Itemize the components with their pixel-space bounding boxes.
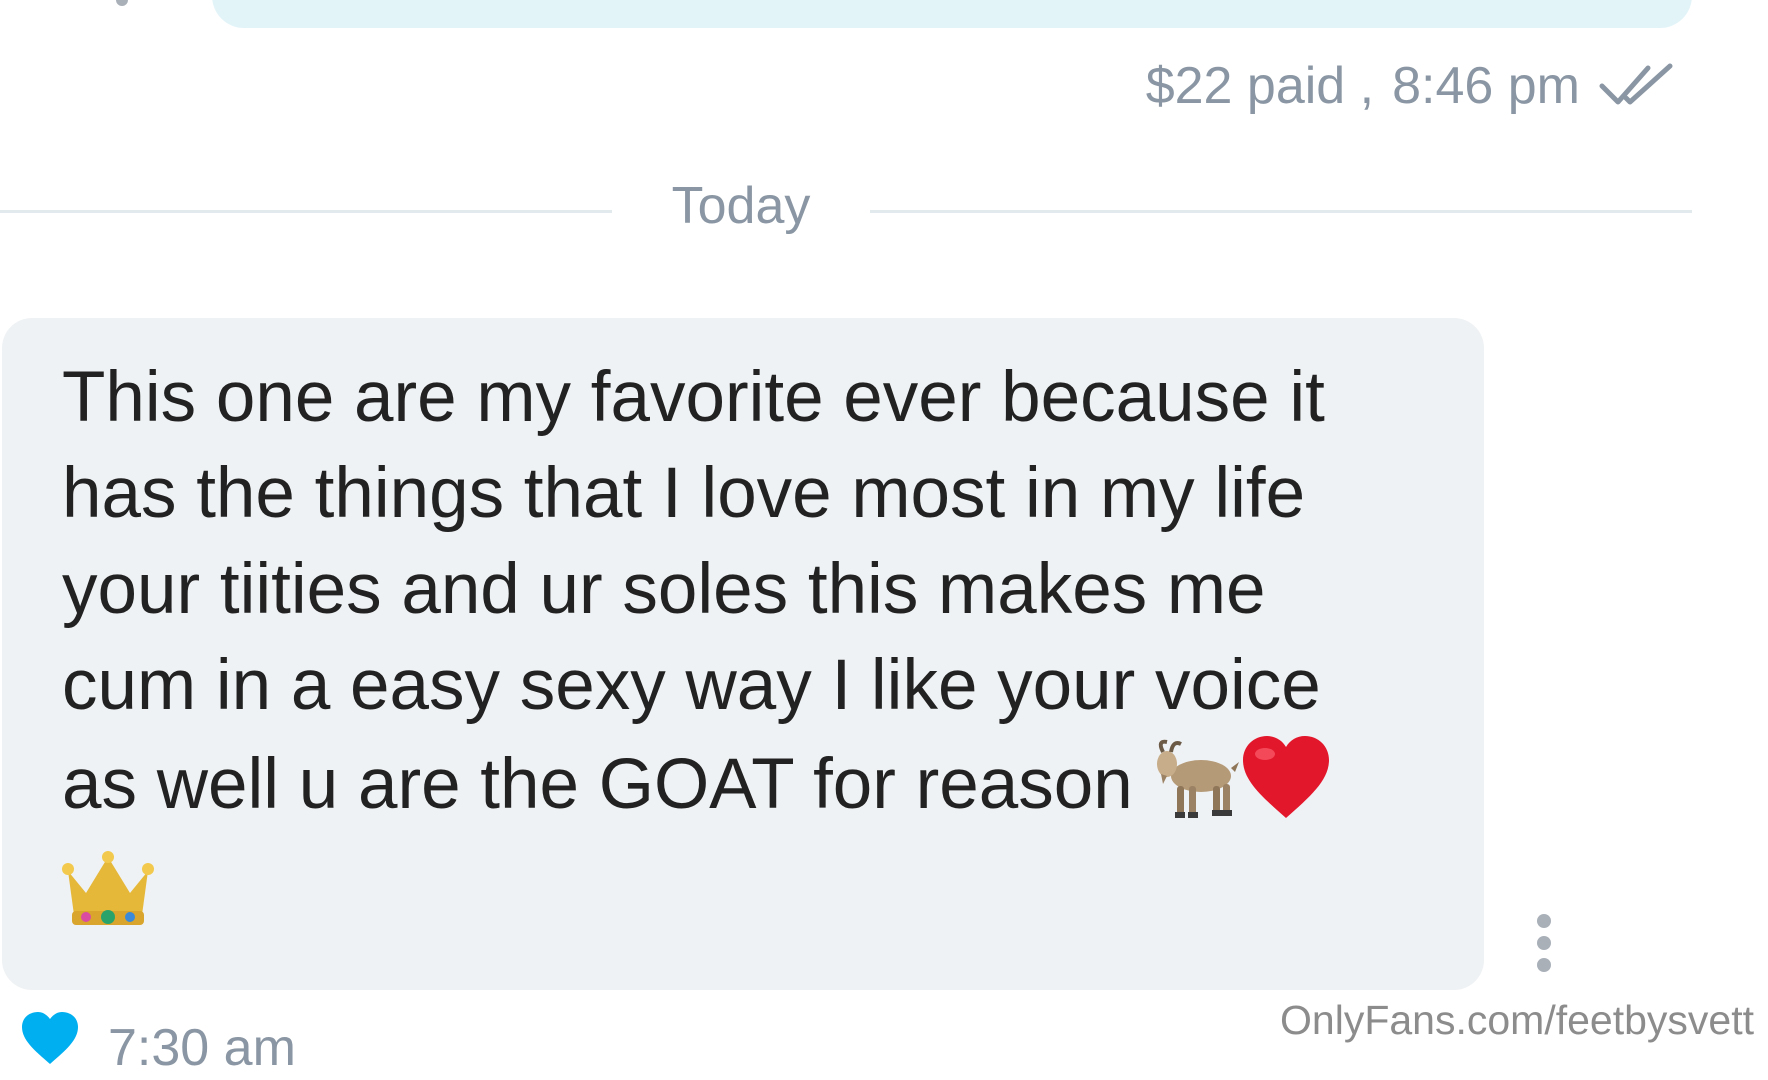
- outgoing-paid-label: $22 paid ,: [1145, 57, 1375, 115]
- incoming-message-bubble[interactable]: This one are my favorite ever because it…: [2, 318, 1484, 990]
- incoming-message-time: 7:30 am: [108, 1019, 296, 1077]
- outgoing-message-meta: $22 paid , 8:46 pm: [1146, 56, 1678, 116]
- outgoing-time: 8:46 pm: [1392, 57, 1580, 115]
- chat-view: $22 paid , 8:46 pm Today This one are my…: [0, 0, 1768, 1080]
- goat-emoji: [1153, 738, 1241, 845]
- watermark-text: OnlyFans.com/feetbysvett: [1280, 997, 1754, 1043]
- more-vertical-icon[interactable]: [1526, 914, 1562, 974]
- outgoing-more-icon[interactable]: [116, 0, 128, 6]
- date-divider-label: Today: [671, 177, 811, 235]
- incoming-message-body: This one are my favorite ever because it…: [62, 358, 1325, 824]
- incoming-message-text: This one are my favorite ever because it…: [62, 350, 1452, 954]
- double-check-icon: [1598, 62, 1678, 110]
- outgoing-message-bubble[interactable]: [212, 0, 1692, 28]
- red-heart-emoji: [1241, 734, 1331, 845]
- crown-emoji: [62, 849, 1452, 954]
- date-divider-line-left: [0, 210, 612, 213]
- date-divider-line-right: [870, 210, 1692, 213]
- heart-icon[interactable]: [20, 1010, 80, 1066]
